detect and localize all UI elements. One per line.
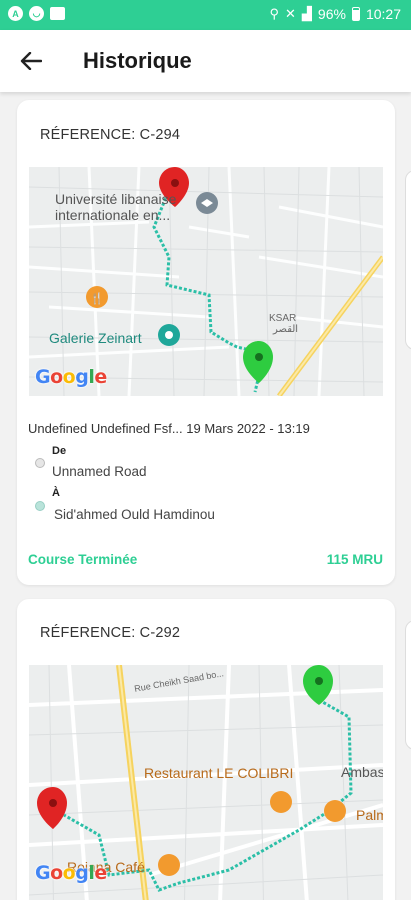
ride-reference: RÉFERENCE: C-294 [40, 127, 181, 143]
svg-text:🍴: 🍴 [90, 292, 104, 305]
ride-map[interactable]: 🍴 Université libanaise internationale en… [29, 167, 383, 396]
page-title: Historique [83, 48, 192, 73]
google-logo: Google [35, 366, 107, 388]
next-card-edge[interactable] [405, 170, 411, 350]
map-label-galerie: Galerie Zeinart [49, 330, 142, 346]
next-card-edge[interactable] [405, 620, 411, 750]
status-bar: A ◡ ⚲ ✕ ▟ 96% 10:27 [0, 0, 411, 30]
back-button[interactable] [14, 44, 48, 78]
ride-card[interactable]: RÉFERENCE: C-294 🍴 Université libanaise … [17, 100, 395, 585]
restaurant-icon [324, 800, 346, 822]
ride-status: Course Terminée [28, 552, 138, 567]
message-icon [50, 7, 65, 20]
destination-address: Sid'ahmed Ould Hamdinou [54, 507, 215, 522]
app-bar: Historique [0, 30, 411, 92]
map-label-university: Université libanaise internationale en..… [55, 191, 177, 223]
map-label-restaurant: Restaurant LE COLIBRI [144, 765, 294, 781]
map-label-ksar-arabic: القصر [273, 324, 299, 335]
restaurant-icon [270, 791, 292, 813]
ride-map[interactable]: Rue Cheikh Saad bo... Restaurant LE COLI… [29, 665, 383, 900]
map-label-palm: Palm [356, 807, 383, 823]
wifi-off-icon: ✕ [285, 6, 296, 21]
origin-dot [35, 458, 45, 468]
destination-dot [35, 501, 45, 511]
signal-icon: ▟ [301, 6, 312, 21]
cafe-icon [158, 854, 180, 876]
ride-reference: RÉFERENCE: C-292 [40, 625, 181, 641]
ride-price: 115 MRU [326, 552, 383, 567]
origin-address: Unnamed Road [52, 464, 147, 479]
ride-driver-date: Undefined Undefined Fsf... 19 Mars 2022 … [28, 421, 310, 436]
origin-label: De [52, 445, 67, 457]
clock: 10:27 [365, 6, 401, 22]
app-icon: A [8, 6, 23, 21]
google-logo: Google [35, 862, 107, 884]
battery-percent: 96% [317, 6, 346, 22]
ride-card[interactable]: RÉFERENCE: C-292 Rue Cheikh Saad bo... R… [17, 599, 395, 900]
location-icon: ⚲ [269, 6, 280, 21]
battery-icon [351, 7, 360, 21]
face-icon: ◡ [29, 6, 44, 21]
arrow-left-icon [20, 52, 42, 70]
destination-label: À [52, 487, 60, 499]
map-label-ambassade: Ambassad [341, 764, 383, 780]
